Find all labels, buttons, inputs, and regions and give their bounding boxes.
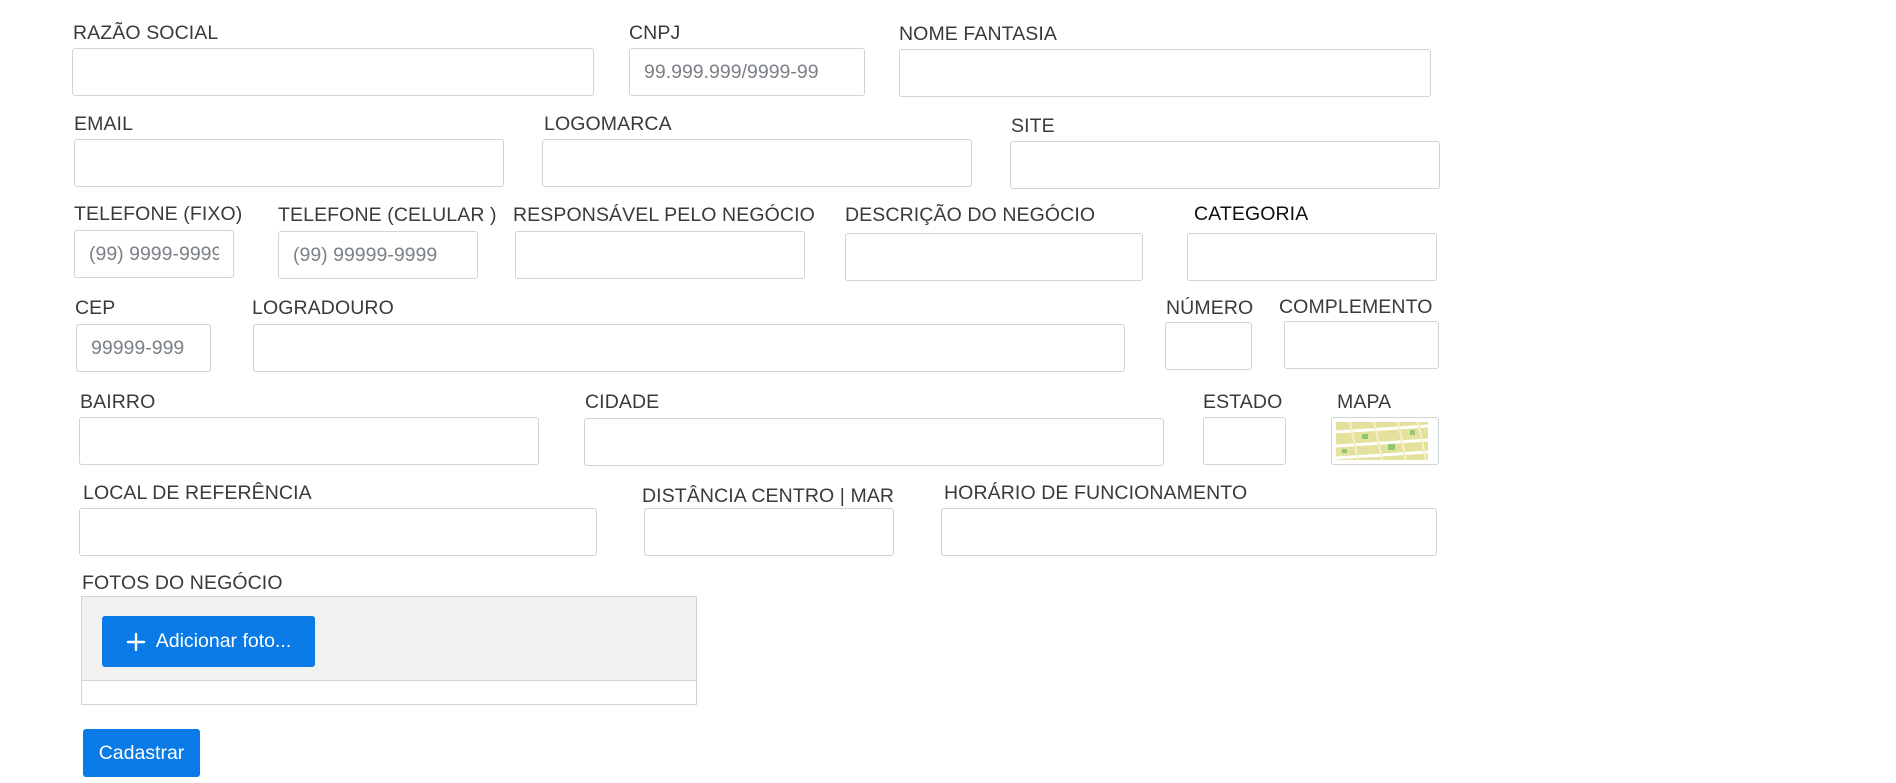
logomarca-label: LOGOMARCA — [544, 113, 672, 135]
photo-upload-area[interactable]: Adicionar foto... — [81, 596, 697, 681]
site-input[interactable] — [1010, 141, 1440, 189]
estado-input[interactable] — [1203, 417, 1286, 465]
logradouro-label: LOGRADOURO — [252, 297, 394, 319]
complemento-input[interactable] — [1284, 321, 1439, 369]
plus-icon — [126, 632, 146, 652]
numero-input[interactable] — [1165, 322, 1252, 370]
responsavel-input[interactable] — [515, 231, 805, 279]
bairro-label: BAIRRO — [80, 391, 156, 413]
cidade-input[interactable] — [584, 418, 1164, 466]
complemento-label: COMPLEMENTO — [1279, 296, 1433, 318]
local-referencia-input[interactable] — [79, 508, 597, 556]
add-photo-button[interactable]: Adicionar foto... — [102, 616, 315, 667]
cep-label: CEP — [75, 297, 116, 319]
email-input[interactable] — [74, 139, 504, 187]
fotos-label: FOTOS DO NEGÓCIO — [82, 572, 283, 594]
distancia-label: DISTÂNCIA CENTRO | MAR — [642, 485, 895, 507]
descricao-label: DESCRIÇÃO DO NEGÓCIO — [845, 204, 1096, 226]
telefone-fixo-label: TELEFONE (FIXO) — [74, 203, 243, 225]
email-label: EMAIL — [74, 113, 134, 135]
cadastrar-label: Cadastrar — [98, 741, 185, 764]
mapa-label: MAPA — [1337, 391, 1392, 413]
horario-label: HORÁRIO DE FUNCIONAMENTO — [944, 482, 1248, 504]
cidade-label: CIDADE — [585, 391, 660, 413]
local-referencia-label: LOCAL DE REFERÊNCIA — [83, 482, 312, 504]
razao-social-label: RAZÃO SOCIAL — [73, 22, 219, 44]
cnpj-input[interactable] — [629, 48, 865, 96]
descricao-input[interactable] — [845, 233, 1143, 281]
cadastrar-button[interactable]: Cadastrar — [83, 729, 200, 777]
add-photo-label: Adicionar foto... — [155, 630, 292, 652]
estado-label: ESTADO — [1203, 391, 1283, 413]
razao-social-input[interactable] — [72, 48, 594, 96]
responsavel-label: RESPONSÁVEL PELO NEGÓCIO — [513, 204, 815, 226]
map-thumbnail[interactable] — [1331, 417, 1439, 465]
numero-label: NÚMERO — [1166, 297, 1254, 319]
telefone-fixo-input[interactable] — [74, 230, 234, 278]
telefone-celular-label: TELEFONE (CELULAR ) — [278, 204, 497, 226]
telefone-celular-input[interactable] — [278, 231, 478, 279]
horario-input[interactable] — [941, 508, 1437, 556]
map-image — [1335, 421, 1429, 461]
logomarca-input[interactable] — [542, 139, 972, 187]
cnpj-label: CNPJ — [629, 22, 681, 44]
photo-list — [81, 681, 697, 705]
cep-input[interactable] — [76, 324, 211, 372]
site-label: SITE — [1011, 115, 1055, 137]
nome-fantasia-input[interactable] — [899, 49, 1431, 97]
categoria-input[interactable] — [1187, 233, 1437, 281]
distancia-input[interactable] — [644, 508, 894, 556]
bairro-input[interactable] — [79, 417, 539, 465]
nome-fantasia-label: NOME FANTASIA — [899, 23, 1058, 45]
logradouro-input[interactable] — [253, 324, 1125, 372]
categoria-label: CATEGORIA — [1194, 203, 1309, 225]
